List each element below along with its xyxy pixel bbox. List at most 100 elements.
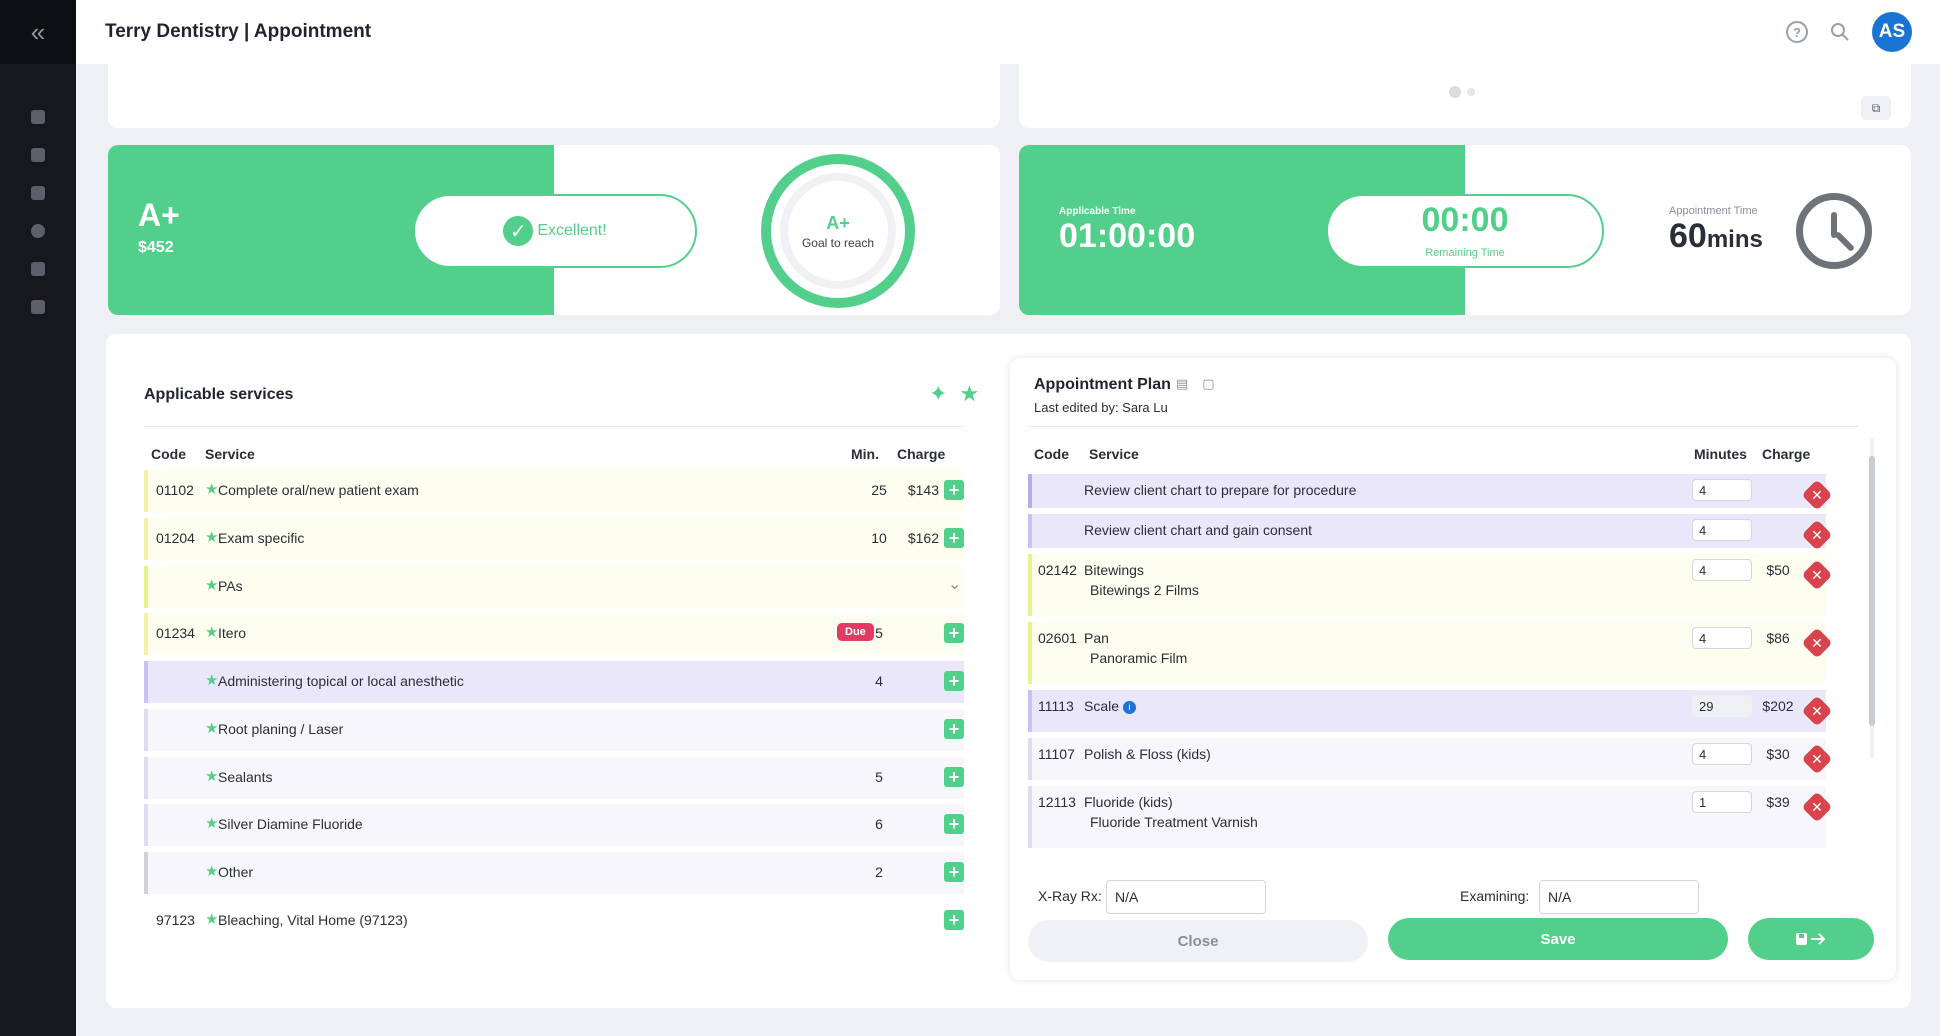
time-card: Applicable Time 01:00:00 00:00 Remaining… [1019,145,1911,315]
remove-button[interactable]: ✕ [1801,519,1833,551]
star-icon[interactable]: ★ [205,910,218,928]
plan-code: 02601 [1038,630,1077,646]
add-service-button[interactable]: + [944,862,964,882]
services-header-charge: Charge [897,446,946,462]
plan-service: Review client chart and gain consent [1084,522,1312,538]
service-name: PAs [218,578,243,594]
plan-service-detail: Fluoride Treatment Varnish [1090,814,1258,830]
add-service-button[interactable]: + [944,767,964,787]
plan-service: Pan [1084,630,1109,646]
close-button[interactable]: Close [1028,920,1368,962]
close-icon: ✕ [1811,751,1823,767]
collapse-sidebar-icon[interactable]: « [0,0,76,64]
remove-button[interactable]: ✕ [1801,695,1833,727]
goal-label: Goal to reach [801,235,875,250]
add-service-button[interactable]: + [944,910,964,930]
star-icon[interactable]: ★ [205,671,218,689]
add-service-button[interactable]: + [944,671,964,691]
plan-service: Bitewings [1084,562,1144,578]
add-service-button[interactable]: + [944,719,964,739]
plan-service-name: Bitewings [1084,562,1144,578]
star-icon[interactable]: ★ [205,528,218,546]
remove-button[interactable]: ✕ [1801,559,1833,591]
chevron-down-icon[interactable]: ⌄ [948,574,961,594]
star-icon[interactable]: ★ [205,862,218,880]
sidebar-item-settings[interactable] [0,288,76,326]
service-row: 97123 ★ Bleaching, Vital Home (97123) + [144,900,964,942]
sidebar-item-reports[interactable] [0,212,76,250]
plan-service-name: Review client chart and gain consent [1084,522,1313,538]
sidebar-item-notes[interactable] [0,136,76,174]
appointment-plan-panel: Appointment Plan ▤ ▢ Last edited by: Sar… [1010,358,1896,980]
magic-wand-icon[interactable]: ✦ [929,381,947,407]
star-icon[interactable]: ★ [205,480,218,498]
carousel-dots[interactable] [1449,86,1475,98]
star-icon[interactable]: ★ [205,623,218,641]
plan-header-service: Service [1089,446,1139,462]
minutes-input[interactable] [1692,559,1752,581]
page-title: Terry Dentistry | Appointment [105,21,372,42]
star-icon[interactable]: ★ [205,814,218,832]
help-icon[interactable]: ? [1786,21,1808,43]
minutes-input[interactable] [1692,743,1752,765]
minutes-input[interactable] [1692,695,1752,717]
service-row: ★ Sealants 5 + [144,757,964,799]
service-min: 5 [875,769,883,785]
remove-button[interactable]: ✕ [1801,627,1833,659]
save-and-continue-button[interactable] [1748,918,1874,960]
service-charge: $143 [907,482,939,498]
score-card: A+ $452 ✓ Excellent! A+ Goal to reach [108,145,1000,315]
minutes-input[interactable] [1692,791,1752,813]
remove-button[interactable]: ✕ [1801,743,1833,775]
score-status: Excellent! [537,222,607,239]
save-button[interactable]: Save [1388,918,1728,960]
pie-chart-icon [31,224,45,238]
plan-charge: $86 [1766,630,1790,646]
close-icon: ✕ [1811,635,1823,651]
minutes-input[interactable] [1692,519,1752,541]
add-service-button[interactable]: + [944,480,964,500]
remove-button[interactable]: ✕ [1801,791,1833,823]
plan-title: Appointment Plan [1034,376,1171,393]
copy-icon[interactable]: ⧉ [1861,96,1891,120]
star-icon[interactable]: ★ [205,576,218,594]
plan-service-name: Scale [1084,698,1120,714]
star-icon[interactable]: ★ [205,767,218,785]
sidebar-item-clipboard[interactable] [0,250,76,288]
close-icon: ✕ [1811,527,1823,543]
plan-service-name: Pan [1084,630,1109,646]
add-service-button[interactable]: + [944,528,964,548]
remove-button[interactable]: ✕ [1801,479,1833,511]
minutes-input[interactable] [1692,479,1752,501]
close-icon: ✕ [1811,487,1823,503]
plan-scrollbar[interactable] [1868,438,1876,758]
service-name: Silver Diamine Fluoride [218,816,363,832]
sidebar-item-dashboard[interactable] [0,98,76,136]
add-service-button[interactable]: + [944,623,964,643]
service-code: 97123 [156,912,195,928]
services-title: Applicable services [144,386,294,403]
add-service-button[interactable]: + [944,814,964,834]
xray-input[interactable] [1106,880,1266,914]
list-icon[interactable]: ▤ [1176,376,1188,392]
applicable-time-value: 01:00:00 [1059,217,1196,255]
clock-icon [1796,193,1872,269]
service-min: 6 [875,816,883,832]
favorite-star-icon[interactable]: ★ [959,381,979,407]
sidebar-item-analytics[interactable] [0,174,76,212]
service-row: ★ Root planing / Laser + [144,709,964,751]
service-name: Sealants [218,769,273,785]
star-icon[interactable]: ★ [205,719,218,737]
minutes-input[interactable] [1692,627,1752,649]
search-icon[interactable] [1828,20,1852,44]
examining-input[interactable] [1539,880,1699,914]
service-name: Complete oral/new patient exam [218,482,419,498]
service-name: Administering topical or local anestheti… [218,673,464,689]
clipboard-icon[interactable]: ▢ [1202,376,1214,392]
avatar[interactable]: AS [1872,12,1912,52]
info-icon[interactable]: i [1122,700,1136,714]
service-min: 4 [875,673,883,689]
plan-last-edited: Last edited by: Sara Lu [1034,400,1168,415]
goal-ring: A+ Goal to reach [761,154,915,308]
xray-label: X-Ray Rx: [1038,888,1102,904]
